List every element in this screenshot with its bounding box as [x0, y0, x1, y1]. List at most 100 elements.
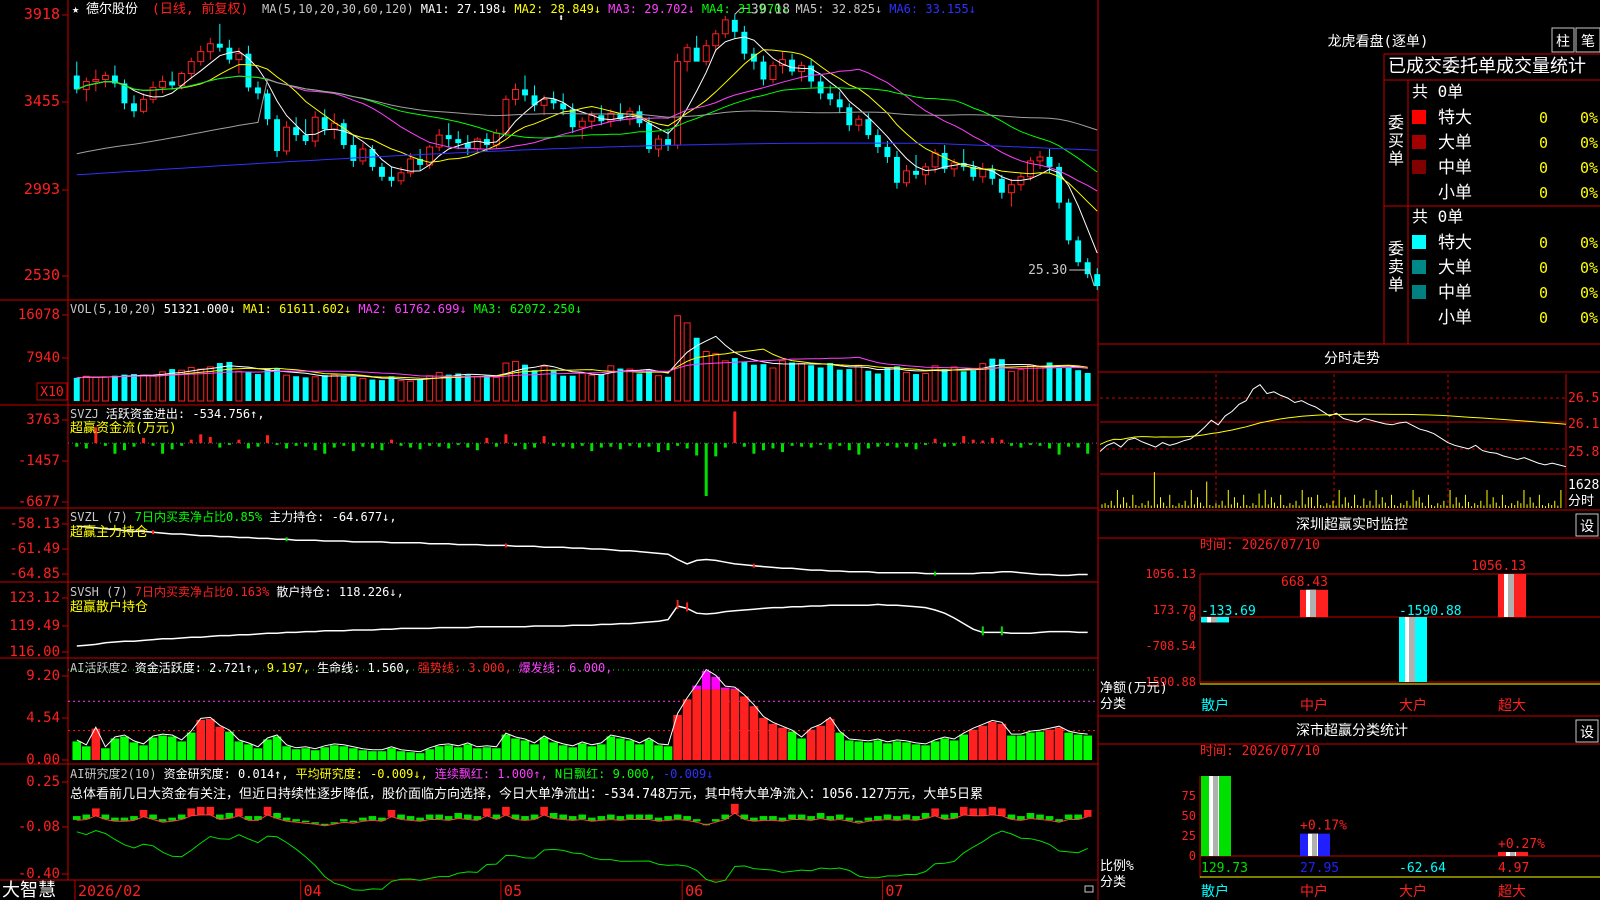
volume-bar: [540, 365, 548, 402]
monitor-settings-label[interactable]: 设: [1580, 519, 1594, 535]
sell-side-label: 卖: [1388, 257, 1404, 276]
candle-body: [101, 75, 109, 80]
research-bar: [854, 820, 863, 823]
research-bar: [654, 817, 663, 821]
sell-side-label: 单: [1388, 275, 1404, 294]
candle-body: [846, 107, 853, 126]
activity-bar: [1016, 735, 1026, 760]
research-bar: [425, 814, 434, 820]
volume-bar: [407, 380, 415, 402]
y-tick: 3918: [24, 5, 60, 23]
volume-bar: [1056, 367, 1063, 401]
lhb-title: 龙虎看盘(逐单): [1328, 33, 1429, 50]
retail-line: [76, 603, 1088, 647]
activity-bar: [158, 735, 167, 760]
research-bar: [864, 817, 873, 821]
candle-body: [293, 127, 300, 136]
research-bar: [435, 814, 443, 820]
research-bar: [1045, 816, 1054, 820]
research-bar: [263, 806, 272, 816]
x-tick-label: 06: [685, 882, 703, 900]
activity-bar: [110, 738, 120, 760]
monitor-unit: 净额(万元): [1100, 681, 1168, 696]
vol-legend-item: MA3: 62072.250↓: [474, 302, 582, 316]
volume-bar: [865, 370, 872, 401]
sell-row-count: 0: [1539, 259, 1548, 277]
lock-icon: [1084, 885, 1094, 893]
activity-bar: [444, 745, 454, 760]
candle-body: [311, 116, 319, 142]
intraday-vol-tick: 1628: [1568, 478, 1599, 493]
y-tick: 0.00: [26, 752, 60, 768]
candle-body: [874, 135, 881, 148]
activity-bar: [310, 750, 320, 760]
classify-category: 中户: [1300, 883, 1328, 900]
activity-bar: [797, 738, 806, 760]
activity-bar: [644, 739, 654, 760]
buy-row-pct: 0%: [1580, 184, 1598, 202]
research-bar: [1064, 814, 1073, 820]
candle-body: [283, 126, 291, 152]
x-tick-label: 04: [304, 882, 322, 900]
sell-row-count: 0: [1539, 234, 1548, 252]
candle-body: [473, 138, 481, 150]
monitor-y-tick: 0: [1189, 610, 1196, 624]
buy-side-label: 买: [1388, 131, 1404, 150]
research-bar: [235, 808, 243, 817]
volume-bar: [1017, 369, 1025, 402]
research-legend-item: 连续飘红: 1.000↑,: [435, 766, 548, 781]
volume-bar: [1036, 366, 1044, 402]
buy-row-count: 0: [1539, 184, 1548, 202]
classify-bottom-label: -62.64: [1399, 861, 1446, 876]
classify-top-label: +0.17%: [1300, 819, 1347, 834]
monitor-category: 散户: [1201, 697, 1229, 714]
activity-bar: [530, 744, 539, 760]
research-bar: [349, 820, 358, 823]
activity-bar: [272, 736, 282, 760]
candle-body: [931, 152, 939, 168]
star-icon: ★: [72, 2, 79, 16]
pen-mode-label[interactable]: 笔: [1581, 34, 1595, 50]
activity-bar: [282, 746, 291, 760]
classify-y-tick: 25: [1182, 829, 1196, 843]
buy-total: 共 0单: [1412, 82, 1463, 101]
main-legend-item: MA5: 32.825↓: [796, 2, 883, 16]
y-tick: 3763: [26, 412, 60, 428]
activity-bar: [949, 740, 959, 760]
research-bar: [912, 816, 920, 820]
activity-bar-burst: [720, 687, 730, 690]
activity-bar: [730, 689, 740, 760]
research-cum-line: [76, 829, 1088, 891]
buy-row-label: 大单: [1438, 133, 1472, 153]
bar-mode-label[interactable]: 柱: [1556, 34, 1570, 50]
classify-category: 散户: [1201, 883, 1229, 900]
activity-bar: [1045, 729, 1054, 760]
activity-bar: [425, 749, 434, 760]
sell-row-pct: 0%: [1580, 284, 1598, 302]
sell-row-pct: 0%: [1580, 234, 1598, 252]
candle-body: [455, 139, 462, 144]
activity-bar: [501, 734, 511, 760]
volume-bar: [1084, 372, 1091, 401]
activity-bar: [930, 741, 940, 760]
ai2-legend-item: 强势线: 3.000,: [418, 661, 512, 675]
chart-canvas: 3918 3455 2993 2530 ★ 德尔股份 (日线, 前复权) MA(5,10,20…: [0, 0, 1600, 900]
volume-bar: [216, 363, 223, 401]
activity-bar: [768, 723, 778, 760]
volume-bar: [473, 376, 481, 402]
monitor-y-tick: -708.54: [1145, 639, 1196, 653]
classify-settings-label[interactable]: 设: [1580, 725, 1594, 741]
activity-bar: [511, 738, 520, 760]
candle-body: [159, 80, 167, 88]
activity-bar: [196, 719, 206, 760]
candle-body: [1094, 274, 1101, 287]
candle-body: [693, 47, 700, 62]
volume-bar: [827, 363, 834, 401]
activity-bar: [215, 726, 225, 760]
candle-body: [388, 176, 395, 181]
volume-bar: [359, 377, 367, 402]
activity-bar: [415, 753, 425, 760]
research-legend-item: N日飘红: 9.000,: [555, 766, 656, 781]
activity-bar: [740, 696, 749, 760]
volume-bar: [1027, 364, 1034, 402]
